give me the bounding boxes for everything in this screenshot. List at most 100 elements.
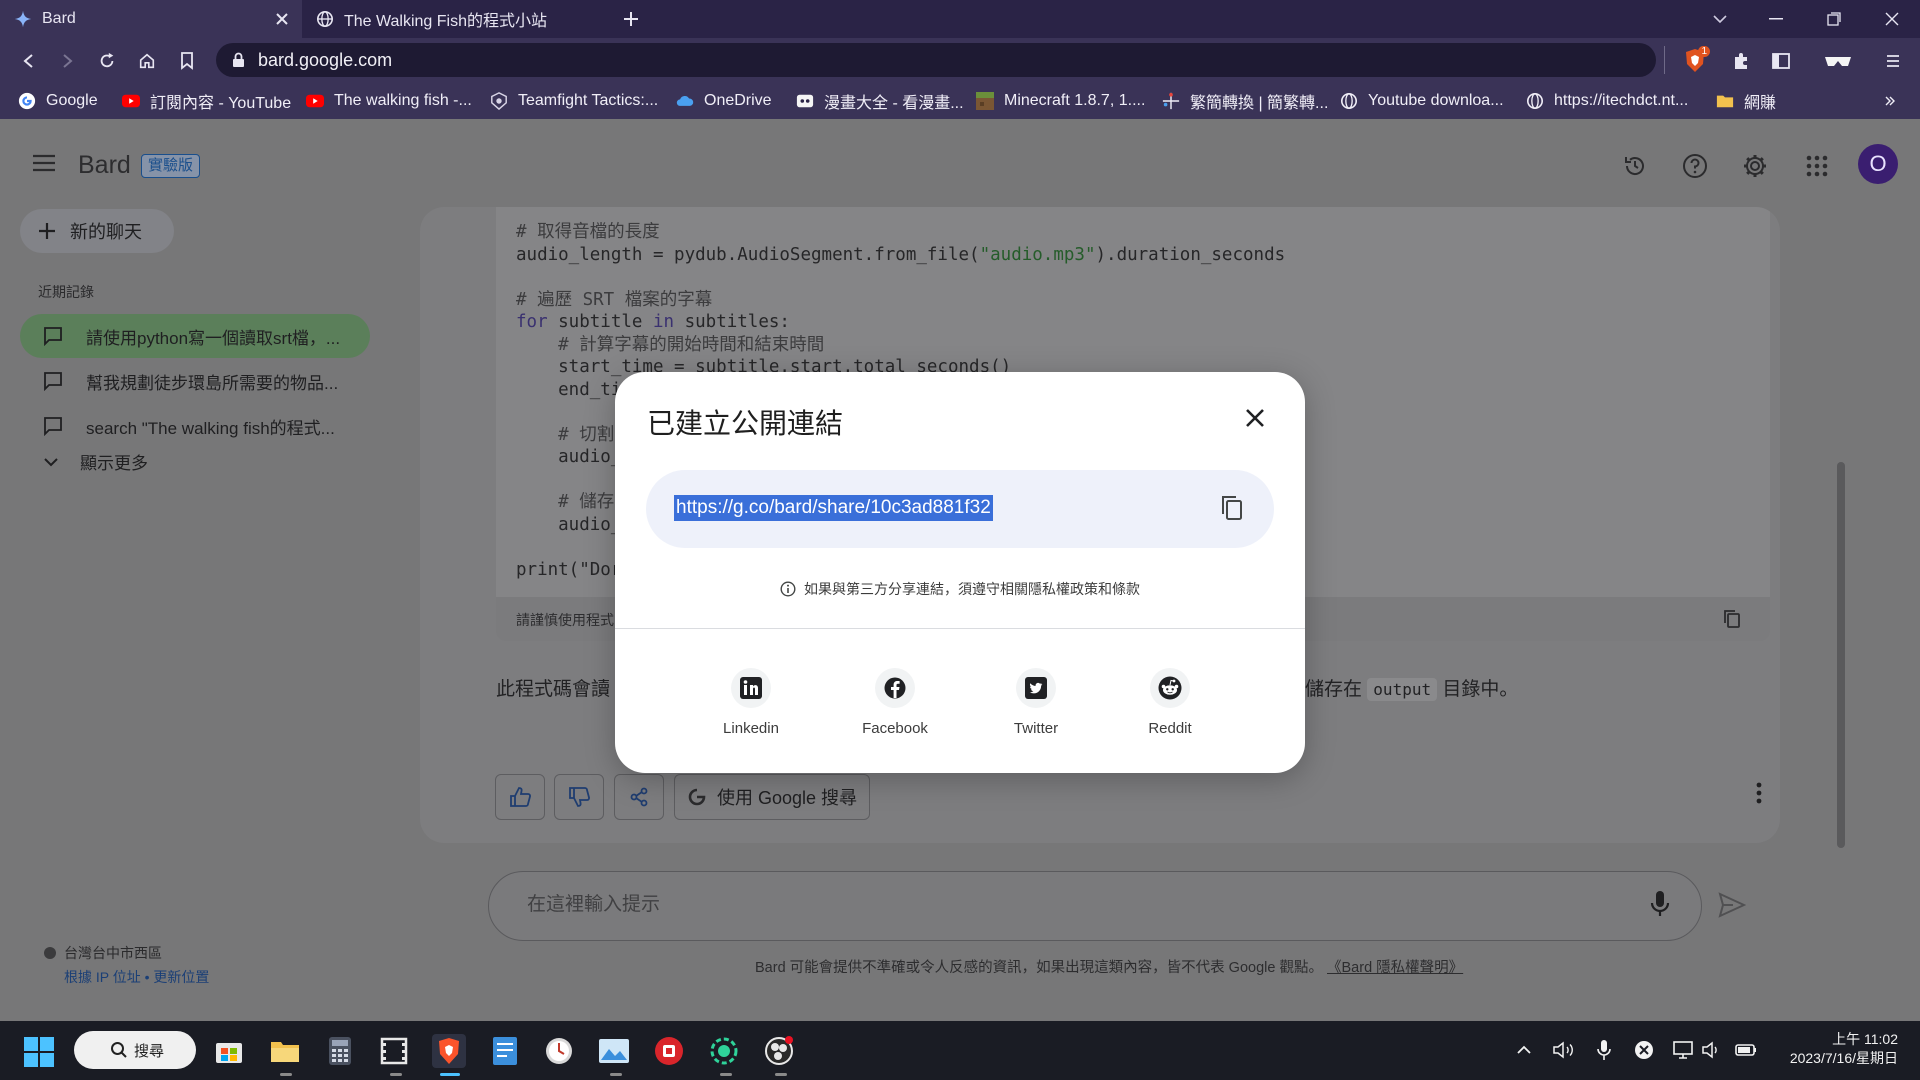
film-editor-icon[interactable] <box>377 1034 411 1068</box>
reload-button[interactable] <box>92 46 122 76</box>
home-button[interactable] <box>132 46 162 76</box>
brave-browser-icon[interactable] <box>432 1034 466 1068</box>
bookmark-teamfight[interactable]: Teamfight Tactics:... <box>490 83 658 119</box>
clock-app-icon[interactable] <box>542 1034 576 1068</box>
bookmark-walking-fish[interactable]: The walking fish -... <box>306 83 472 119</box>
share-facebook[interactable]: Facebook <box>845 668 945 737</box>
window-close-button[interactable] <box>1864 0 1920 38</box>
minimize-button[interactable] <box>1748 0 1804 38</box>
taskbar-clock[interactable]: 上午 11:02 2023/7/16/星期日 <box>1772 1030 1898 1068</box>
windows-start-icon[interactable] <box>24 1037 54 1067</box>
obs-icon[interactable] <box>762 1034 796 1068</box>
location-links[interactable]: 根據 IP 位址 • 更新位置 <box>64 967 209 987</box>
privacy-link[interactable]: 《Bard 隱私權聲明》 <box>1327 960 1463 976</box>
address-bar[interactable]: bard.google.com <box>216 43 1656 77</box>
scrollbar[interactable] <box>1837 462 1845 848</box>
tab-bard[interactable]: Bard <box>0 0 302 38</box>
microphone-tray-icon[interactable] <box>1592 1037 1616 1063</box>
browser-toolbar: bard.google.com 1 <box>0 38 1920 83</box>
bookmark-button[interactable] <box>172 46 202 76</box>
bookmark-folder-wangzhuan[interactable]: 網賺 <box>1716 83 1776 119</box>
file-explorer-icon[interactable] <box>268 1034 302 1068</box>
folder-icon <box>1716 92 1734 110</box>
share-button[interactable] <box>614 774 664 820</box>
clock-date: 2023/7/16/星期日 <box>1789 1050 1898 1066</box>
bookmark-convert[interactable]: 繁簡轉換 | 簡繁轉... <box>1162 83 1328 119</box>
bookmark-itechdct[interactable]: https://itechdct.nt... <box>1526 83 1688 119</box>
code-line: for subtitle in subtitles: <box>516 312 790 332</box>
recent-item[interactable]: search "The walking fish的程式... <box>20 404 370 448</box>
thumbs-down-button[interactable] <box>554 774 604 820</box>
avatar[interactable]: O <box>1858 144 1898 184</box>
running-indicator <box>720 1073 732 1076</box>
recent-item[interactable]: 幫我規劃徒步環島所需要的物品... <box>20 359 370 403</box>
toolbar-divider <box>1664 46 1665 74</box>
screen-capture-icon[interactable] <box>707 1034 741 1068</box>
extensions-icon[interactable] <box>1726 46 1756 76</box>
hamburger-menu-icon[interactable] <box>32 153 56 178</box>
chevron-down-icon <box>44 457 58 467</box>
recorder-app-icon[interactable] <box>652 1034 686 1068</box>
address-url: bard.google.com <box>258 50 393 70</box>
prompt-input[interactable] <box>527 894 1627 916</box>
help-icon[interactable] <box>1678 149 1712 183</box>
code-disclaimer: 請謹慎使用程式 <box>516 612 614 628</box>
bookmark-google[interactable]: Google <box>18 83 98 119</box>
more-options-icon[interactable] <box>1755 782 1763 809</box>
send-icon[interactable] <box>1718 892 1747 923</box>
forward-button[interactable] <box>52 46 82 76</box>
bookmark-onedrive[interactable]: OneDrive <box>676 83 772 119</box>
copy-link-icon[interactable] <box>1217 493 1247 523</box>
code-line: # 遍歷 SRT 檔案的字幕 <box>516 289 713 310</box>
google-search-button[interactable]: 使用 Google 搜尋 <box>674 774 870 820</box>
tab-search-chevron-icon[interactable] <box>1692 0 1748 38</box>
new-chat-button[interactable]: 新的聊天 <box>20 209 174 253</box>
back-button[interactable] <box>14 46 44 76</box>
vpn-icon[interactable] <box>1818 46 1858 76</box>
apps-grid-icon[interactable] <box>1800 149 1834 183</box>
thumbs-up-button[interactable] <box>495 774 545 820</box>
brave-shield-icon[interactable]: 1 <box>1680 46 1710 76</box>
store-app-icon[interactable] <box>212 1034 246 1068</box>
settings-gear-icon[interactable] <box>1738 149 1772 183</box>
share-link[interactable]: https://g.co/bard/share/10c3ad881f32 <box>674 495 993 521</box>
share-dialog: 已建立公開連結 https://g.co/bard/share/10c3ad88… <box>615 372 1305 773</box>
share-twitter[interactable]: Twitter <box>986 668 1086 737</box>
calculator-icon[interactable] <box>323 1034 357 1068</box>
speaker-tray-icon[interactable] <box>1552 1037 1576 1063</box>
bookmark-youtube-subs[interactable]: 訂閱內容 - YouTube <box>122 83 291 119</box>
sidebar-toggle-icon[interactable] <box>1766 46 1796 76</box>
copy-code-icon[interactable] <box>1720 607 1744 631</box>
microphone-icon[interactable] <box>1650 890 1670 923</box>
restore-button[interactable] <box>1806 0 1862 38</box>
tray-chevron-up-icon[interactable] <box>1512 1037 1536 1063</box>
bookmark-youtube-download[interactable]: Youtube downloa... <box>1340 83 1504 119</box>
google-g-icon <box>687 787 707 807</box>
recent-item[interactable]: 請使用python寫一個讀取srt檔，... <box>20 314 370 358</box>
inline-code: output <box>1367 678 1438 701</box>
minecraft-icon <box>976 92 994 110</box>
bookmark-minecraft[interactable]: Minecraft 1.8.7, 1.... <box>976 83 1145 119</box>
chat-bubble-icon <box>42 325 64 347</box>
network-tray-icon[interactable] <box>1672 1037 1696 1063</box>
notepad-icon[interactable] <box>488 1034 522 1068</box>
show-more-button[interactable]: 顯示更多 <box>44 449 148 474</box>
menu-icon[interactable] <box>1878 46 1908 76</box>
share-reddit[interactable]: Reddit <box>1120 668 1220 737</box>
share-linkedin[interactable]: Linkedin <box>701 668 801 737</box>
tab-walking-fish[interactable]: The Walking Fish的程式小站 <box>302 0 602 38</box>
bookmark-manga[interactable]: 漫畫大全 - 看漫畫... <box>796 83 964 119</box>
taskbar-search[interactable]: 搜尋 <box>74 1031 196 1069</box>
close-circle-tray-icon[interactable] <box>1632 1037 1656 1063</box>
new-tab-button[interactable] <box>602 0 660 38</box>
share-link-box[interactable]: https://g.co/bard/share/10c3ad881f32 <box>646 470 1274 548</box>
close-icon[interactable] <box>1239 402 1271 434</box>
battery-tray-icon[interactable] <box>1734 1037 1758 1063</box>
more-bookmarks-chevron-icon[interactable] <box>1884 83 1896 119</box>
tab-title: Bard <box>42 10 76 27</box>
photos-icon[interactable] <box>597 1034 631 1068</box>
history-icon[interactable] <box>1618 149 1652 183</box>
volume-tray-icon[interactable] <box>1700 1037 1724 1063</box>
close-icon[interactable] <box>272 9 292 29</box>
location-text: 台灣台中市西區 <box>44 943 162 963</box>
